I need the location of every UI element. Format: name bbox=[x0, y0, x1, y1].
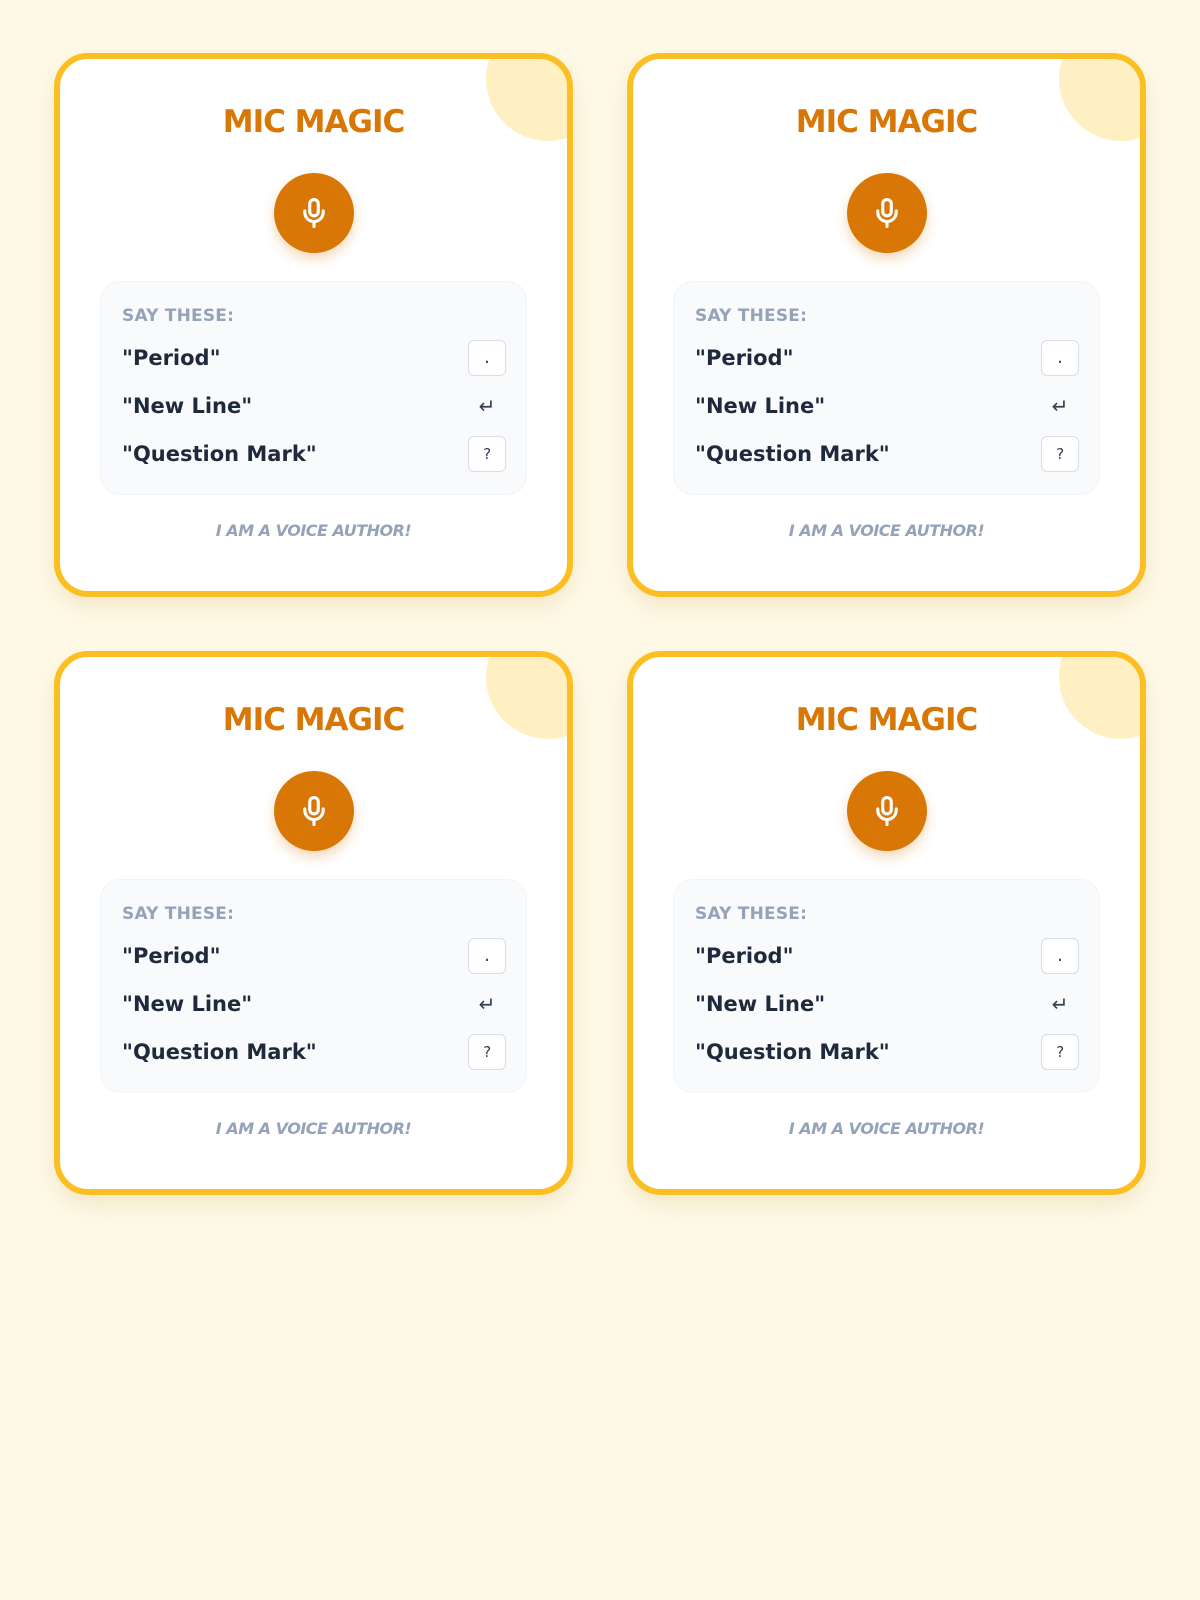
commands-heading: SAY THESE: bbox=[122, 904, 235, 924]
command-row-new-line: "New Line" ↵ bbox=[695, 984, 1079, 1024]
question-mark-key: ? bbox=[1041, 1034, 1079, 1070]
command-row-new-line: "New Line" ↵ bbox=[122, 984, 506, 1024]
commands-heading: SAY THESE: bbox=[122, 306, 235, 326]
command-phrase: "Period" bbox=[122, 346, 221, 370]
command-row-new-line: "New Line" ↵ bbox=[122, 386, 506, 426]
mic-button[interactable] bbox=[846, 771, 927, 851]
command-phrase: "New Line" bbox=[122, 394, 253, 418]
tagline: I AM A VOICE AUTHOR! bbox=[788, 1119, 985, 1138]
mic-magic-card: MIC MAGIC SAY THESE: "Period" . "New Lin… bbox=[54, 651, 573, 1195]
question-mark-key: ? bbox=[1041, 436, 1079, 472]
command-phrase: "Period" bbox=[122, 944, 221, 968]
return-arrow-icon: ↵ bbox=[1051, 394, 1069, 418]
command-phrase: "New Line" bbox=[122, 992, 253, 1016]
command-phrase: "Question Mark" bbox=[695, 1040, 890, 1064]
card-title: MIC MAGIC bbox=[795, 702, 979, 738]
command-phrase: "Question Mark" bbox=[695, 442, 890, 466]
return-arrow-icon: ↵ bbox=[1051, 992, 1069, 1016]
tagline: I AM A VOICE AUTHOR! bbox=[215, 1119, 412, 1138]
command-row-question-mark: "Question Mark" ? bbox=[695, 1032, 1079, 1072]
command-phrase: "New Line" bbox=[695, 394, 826, 418]
mic-magic-card: MIC MAGIC SAY THESE: "Period" . "New Lin… bbox=[54, 53, 573, 597]
tagline: I AM A VOICE AUTHOR! bbox=[215, 521, 412, 540]
cards-grid: MIC MAGIC SAY THESE: "Period" . "New Lin… bbox=[54, 53, 1146, 1195]
command-phrase: "New Line" bbox=[695, 992, 826, 1016]
command-row-period: "Period" . bbox=[122, 338, 506, 378]
mic-magic-card: MIC MAGIC SAY THESE: "Period" . "New Lin… bbox=[627, 651, 1146, 1195]
period-key: . bbox=[468, 340, 506, 376]
commands-heading: SAY THESE: bbox=[695, 904, 808, 924]
command-phrase: "Period" bbox=[695, 944, 794, 968]
period-key: . bbox=[468, 938, 506, 974]
mic-button[interactable] bbox=[273, 771, 354, 851]
voice-commands-panel: SAY THESE: "Period" . "New Line" ↵ "Ques… bbox=[673, 879, 1100, 1093]
microphone-icon bbox=[875, 795, 898, 827]
mic-magic-card: MIC MAGIC SAY THESE: "Period" . "New Lin… bbox=[627, 53, 1146, 597]
command-row-period: "Period" . bbox=[695, 936, 1079, 976]
period-key: . bbox=[1041, 340, 1079, 376]
command-row-question-mark: "Question Mark" ? bbox=[122, 1032, 506, 1072]
mic-button[interactable] bbox=[846, 173, 927, 253]
command-phrase: "Period" bbox=[695, 346, 794, 370]
voice-commands-panel: SAY THESE: "Period" . "New Line" ↵ "Ques… bbox=[100, 281, 527, 495]
command-row-question-mark: "Question Mark" ? bbox=[695, 434, 1079, 474]
return-arrow-icon: ↵ bbox=[478, 992, 496, 1016]
card-title: MIC MAGIC bbox=[795, 104, 979, 140]
question-mark-key: ? bbox=[468, 436, 506, 472]
card-title: MIC MAGIC bbox=[222, 702, 406, 738]
microphone-icon bbox=[302, 795, 325, 827]
period-key: . bbox=[1041, 938, 1079, 974]
mic-button[interactable] bbox=[273, 173, 354, 253]
command-row-period: "Period" . bbox=[122, 936, 506, 976]
tagline: I AM A VOICE AUTHOR! bbox=[788, 521, 985, 540]
return-arrow-icon: ↵ bbox=[478, 394, 496, 418]
command-row-new-line: "New Line" ↵ bbox=[695, 386, 1079, 426]
question-mark-key: ? bbox=[468, 1034, 506, 1070]
command-phrase: "Question Mark" bbox=[122, 1040, 317, 1064]
card-title: MIC MAGIC bbox=[222, 104, 406, 140]
command-row-question-mark: "Question Mark" ? bbox=[122, 434, 506, 474]
voice-commands-panel: SAY THESE: "Period" . "New Line" ↵ "Ques… bbox=[673, 281, 1100, 495]
command-phrase: "Question Mark" bbox=[122, 442, 317, 466]
microphone-icon bbox=[875, 197, 898, 229]
voice-commands-panel: SAY THESE: "Period" . "New Line" ↵ "Ques… bbox=[100, 879, 527, 1093]
command-row-period: "Period" . bbox=[695, 338, 1079, 378]
microphone-icon bbox=[302, 197, 325, 229]
commands-heading: SAY THESE: bbox=[695, 306, 808, 326]
